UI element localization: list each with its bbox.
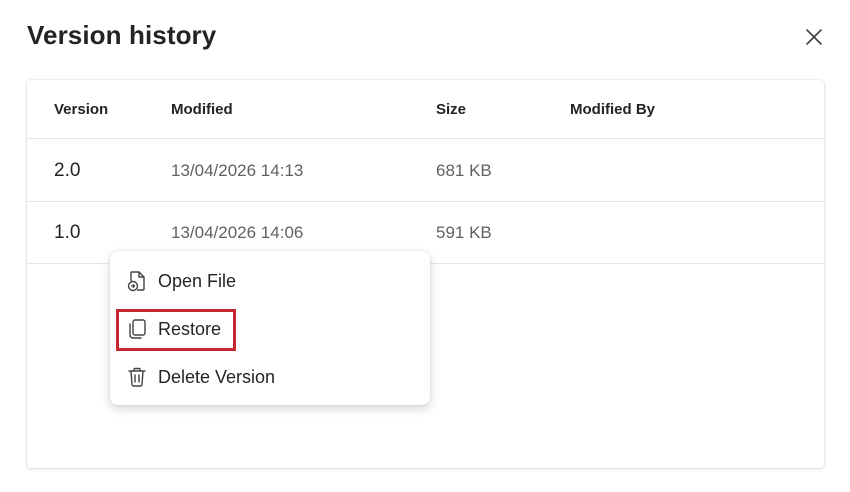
- version-history-dialog: Version history Version Modified Size Mo…: [0, 0, 850, 492]
- close-icon: [806, 29, 822, 45]
- menu-item-open-file[interactable]: Open File: [118, 261, 422, 301]
- menu-item-label: Delete Version: [158, 366, 276, 387]
- column-header-size[interactable]: Size: [436, 80, 466, 138]
- menu-item-label: Restore: [158, 318, 222, 339]
- menu-item-restore[interactable]: Restore: [118, 309, 422, 349]
- version-number: 1.0: [54, 221, 81, 243]
- context-menu: Open File Restore Delete Version: [110, 251, 430, 405]
- restore-icon: [129, 319, 146, 339]
- column-header-version[interactable]: Version: [54, 80, 108, 138]
- table-header-row: Version Modified Size Modified By: [27, 80, 824, 139]
- column-header-modified-by[interactable]: Modified By: [570, 80, 655, 138]
- close-button[interactable]: [800, 23, 828, 51]
- menu-item-delete-version[interactable]: Delete Version: [118, 357, 422, 397]
- table-row[interactable]: 2.0 13/04/2026 14:13 681 KB: [27, 140, 824, 202]
- delete-icon: [128, 367, 146, 387]
- column-header-modified[interactable]: Modified: [171, 80, 233, 138]
- file-size: 681 KB: [436, 160, 492, 180]
- version-number: 2.0: [54, 159, 81, 181]
- menu-item-label: Open File: [158, 270, 237, 291]
- dialog-title: Version history: [27, 20, 217, 50]
- file-size: 591 KB: [436, 222, 492, 242]
- open-file-icon: [127, 271, 145, 292]
- modified-date: 13/04/2026 14:13: [171, 160, 304, 180]
